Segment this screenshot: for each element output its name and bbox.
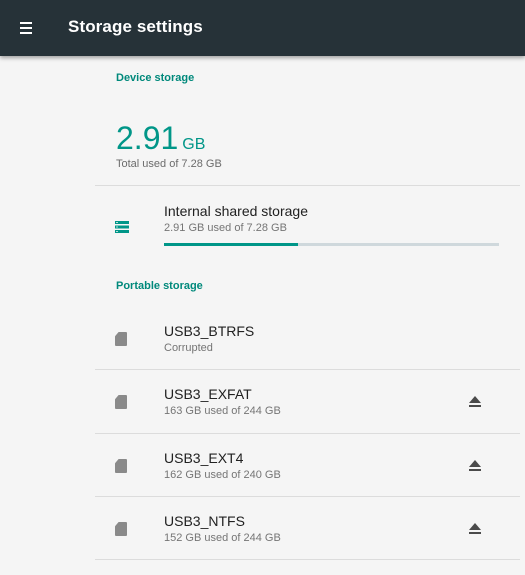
- app-bar: Storage settings: [0, 0, 525, 56]
- portable-storage-status: Corrupted: [164, 342, 213, 354]
- eject-icon[interactable]: [468, 460, 482, 472]
- internal-storage-usage: 2.91 GB used of 7.28 GB: [164, 222, 287, 234]
- storage-list: Device storage 2.91 GB Total used of 7.28…: [0, 56, 525, 575]
- sd-card-icon: [115, 332, 129, 346]
- portable-storage-title: USB3_BTRFS: [164, 323, 255, 339]
- total-used-number: 2.91: [116, 120, 179, 156]
- sd-card-icon: [115, 522, 129, 536]
- storage-list-icon: [115, 221, 129, 233]
- portable-storage-title: USB3_NTFS: [164, 513, 245, 529]
- eject-icon[interactable]: [468, 396, 482, 408]
- internal-storage-item[interactable]: Internal shared storage 2.91 GB used of …: [95, 186, 525, 248]
- sd-card-icon: [115, 459, 129, 473]
- portable-storage-title: USB3_EXFAT: [164, 386, 252, 402]
- portable-storage-usage: 162 GB used of 240 GB: [164, 469, 281, 481]
- section-header-portable-storage: Portable storage: [116, 280, 203, 292]
- internal-storage-title: Internal shared storage: [164, 203, 308, 219]
- divider: [95, 559, 520, 560]
- portable-storage-usage: 163 GB used of 244 GB: [164, 405, 281, 417]
- section-header-device-storage: Device storage: [116, 72, 195, 84]
- portable-storage-item-usb3-ntfs[interactable]: USB3_NTFS 152 GB used of 244 GB: [95, 497, 525, 559]
- portable-storage-title: USB3_EXT4: [164, 450, 244, 466]
- portable-storage-usage: 152 GB used of 244 GB: [164, 532, 281, 544]
- eject-icon[interactable]: [468, 523, 482, 535]
- total-used-summary: Total used of 7.28 GB: [116, 158, 222, 170]
- hamburger-menu-icon[interactable]: [14, 16, 38, 40]
- total-used-value: 2.91 GB: [116, 120, 205, 157]
- sd-card-icon: [115, 395, 129, 409]
- portable-storage-item-usb3-btrfs[interactable]: USB3_BTRFS Corrupted: [95, 307, 525, 369]
- internal-storage-progress: [164, 243, 499, 246]
- total-used-unit: GB: [182, 136, 206, 153]
- portable-storage-item-usb3-exfat[interactable]: USB3_EXFAT 163 GB used of 244 GB: [95, 370, 525, 432]
- internal-storage-progress-fill: [164, 243, 298, 246]
- portable-storage-item-usb3-ext4[interactable]: USB3_EXT4 162 GB used of 240 GB: [95, 434, 525, 496]
- page-title: Storage settings: [68, 17, 203, 36]
